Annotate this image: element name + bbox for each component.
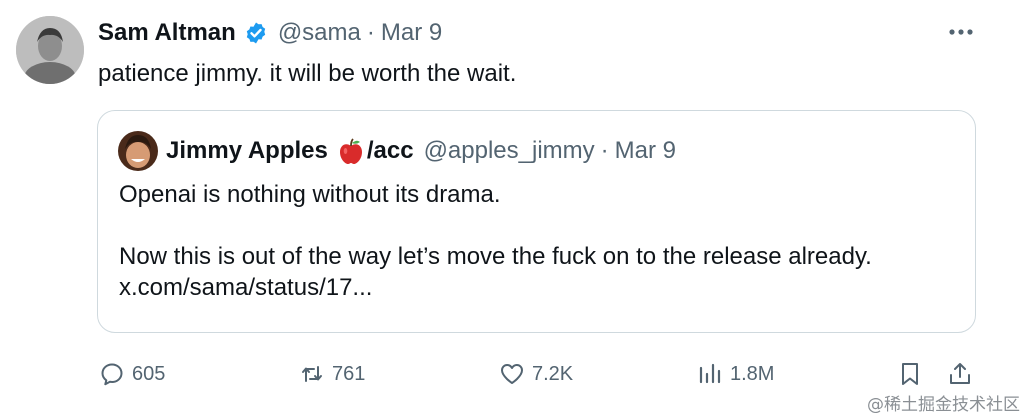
quoted-blank-line [119,210,872,241]
header-separator: · [366,19,375,46]
quoted-author-handle[interactable]: @apples_jimmy [424,137,595,165]
quoted-line-2: Now this is out of the way let’s move th… [119,243,872,270]
tweet-text: patience jimmy. it will be worth the wai… [98,60,517,87]
heart-icon [501,364,523,384]
verified-badge-icon [246,22,266,44]
repost-icon [302,366,322,382]
action-bar: 605 761 7.2K 1.8M [0,354,1024,394]
more-options-icon[interactable] [946,22,976,42]
like-button[interactable]: 7.2K [498,354,573,394]
tweet-header: Sam Altman @sama · Mar 9 [98,17,442,49]
quoted-name-suffix: /acc [366,137,414,164]
tweet-date[interactable]: Mar 9 [381,19,442,47]
author-name[interactable]: Sam Altman [98,19,236,47]
watermark: @稀土掘金技术社区 [867,395,1020,415]
quoted-tweet-text: Openai is nothing without its drama. Now… [119,179,872,303]
author-avatar[interactable] [16,16,84,84]
quoted-link[interactable]: x.com/sama/status/17... [119,272,872,303]
repost-count: 761 [332,362,366,385]
quoted-tweet[interactable]: Jimmy Apples /acc @apples_jimmy · Mar 9 … [97,110,976,333]
quoted-line-1: Openai is nothing without its drama. [119,181,501,208]
quoted-header-separator: · [600,137,609,164]
repost-button[interactable]: 761 [298,354,365,394]
reply-button[interactable]: 605 [98,354,165,394]
view-count: 1.8M [730,362,775,385]
quoted-author-avatar[interactable] [118,131,158,171]
quoted-header: Jimmy Apples /acc @apples_jimmy · Mar 9 [166,135,676,167]
quoted-tweet-date[interactable]: Mar 9 [615,137,676,165]
share-icon [950,363,970,384]
author-handle[interactable]: @sama [278,19,361,47]
reply-icon [101,363,123,386]
quoted-author-name[interactable]: Jimmy Apples [166,137,328,165]
views-button[interactable]: 1.8M [696,354,774,394]
bookmark-icon [902,363,918,385]
like-count: 7.2K [532,362,574,385]
bookmark-button[interactable] [896,354,924,394]
views-bar-chart-icon [699,363,721,384]
reply-count: 605 [132,362,166,385]
apple-emoji-icon [339,138,362,164]
share-button[interactable] [946,354,974,394]
tweet[interactable]: Sam Altman @sama · Mar 9 patience jimmy.… [0,0,1024,417]
